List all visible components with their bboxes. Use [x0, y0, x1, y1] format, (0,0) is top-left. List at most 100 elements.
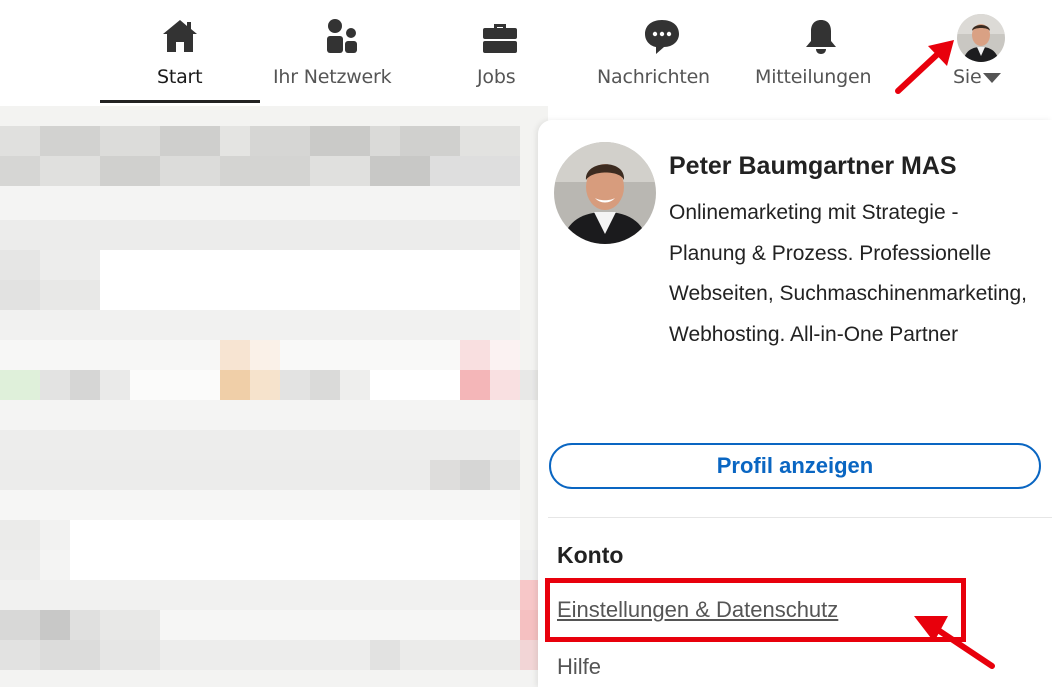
blur-block [280, 340, 460, 370]
help-link[interactable]: Hilfe [557, 654, 601, 680]
blur-block [460, 126, 520, 156]
nav-item-jobs[interactable]: Jobs [460, 0, 540, 106]
blur-block [100, 370, 130, 400]
blur-block [250, 370, 280, 400]
blur-block [280, 370, 310, 400]
profile-avatar[interactable] [554, 142, 656, 244]
chevron-down-icon [983, 72, 1002, 83]
blur-block [100, 250, 520, 280]
blur-block [0, 520, 40, 550]
blur-block [130, 370, 220, 400]
nav-me-label-wrap: Sie [953, 66, 1002, 88]
active-tab-underline [100, 100, 260, 103]
blurred-feed [0, 106, 548, 687]
messaging-icon [642, 16, 682, 56]
blur-block [310, 370, 340, 400]
blur-block [490, 460, 520, 490]
blur-block [160, 610, 520, 640]
blur-block [430, 460, 460, 490]
blur-block [0, 670, 548, 687]
blur-block [310, 126, 370, 156]
blur-block [400, 126, 460, 156]
blur-block [490, 340, 520, 370]
home-icon [160, 16, 200, 56]
settings-privacy-link[interactable]: Einstellungen & Datenschutz [557, 597, 838, 623]
blur-block [0, 400, 520, 430]
nav-item-notifications[interactable]: Mitteilungen [753, 0, 893, 106]
blur-block [0, 156, 40, 186]
blur-block [0, 186, 520, 220]
blur-block [160, 640, 370, 670]
blur-block [0, 610, 40, 640]
blur-block [0, 490, 520, 520]
blur-block [40, 250, 100, 280]
blur-block [340, 370, 370, 400]
blur-block [160, 156, 220, 186]
blur-block [0, 220, 520, 250]
blur-block [430, 156, 520, 186]
blur-block [160, 126, 220, 156]
blur-block [0, 370, 40, 400]
nav-item-network[interactable]: Ihr Netzwerk [270, 0, 415, 106]
blur-block [370, 370, 460, 400]
blur-block [40, 520, 70, 550]
blur-block [460, 370, 490, 400]
nav-label-network: Ihr Netzwerk [273, 66, 392, 88]
blur-block [0, 550, 40, 580]
blur-block [100, 156, 160, 186]
blur-block [0, 340, 220, 370]
blur-block [40, 640, 100, 670]
blur-block [0, 430, 520, 460]
blur-block [250, 126, 310, 156]
nav-label-notifications: Mitteilungen [755, 66, 872, 88]
nav-label-start: Start [157, 66, 203, 88]
view-profile-button[interactable]: Profil anzeigen [549, 443, 1041, 489]
blur-block [0, 280, 40, 310]
nav-label-messaging: Nachrichten [597, 66, 710, 88]
blur-block [70, 370, 100, 400]
blur-block [460, 340, 490, 370]
blur-block [40, 550, 70, 580]
blur-block [0, 310, 520, 340]
blur-block [40, 126, 100, 156]
blur-block [370, 156, 430, 186]
blur-block [0, 126, 40, 156]
divider [548, 517, 1052, 518]
blur-block [0, 580, 520, 610]
blur-block [0, 460, 430, 490]
nav-item-messaging[interactable]: Nachrichten [595, 0, 730, 106]
blur-block [460, 460, 490, 490]
blur-block [370, 126, 400, 156]
nav-label-me: Sie [953, 66, 982, 88]
blur-block [70, 550, 520, 580]
blur-block [40, 610, 70, 640]
blur-block [400, 640, 520, 670]
blur-block [220, 126, 250, 156]
profile-name[interactable]: Peter Baumgartner MAS [669, 152, 957, 181]
account-section-title: Konto [557, 542, 624, 568]
blur-block [70, 610, 100, 640]
blur-block [0, 250, 40, 280]
blur-block [370, 640, 400, 670]
blur-block [220, 156, 310, 186]
blur-block [0, 640, 40, 670]
top-navigation: Start Ihr Netzwerk Jobs Nachrichten Mitt… [0, 0, 1052, 106]
blur-block [100, 610, 160, 640]
blur-block [70, 520, 520, 550]
blur-block [310, 156, 370, 186]
blur-block [220, 340, 250, 370]
blur-block [100, 280, 520, 310]
blur-block [40, 370, 70, 400]
blur-block [250, 340, 280, 370]
blur-block [40, 280, 100, 310]
briefcase-icon [480, 16, 520, 56]
network-icon [322, 16, 362, 56]
nav-avatar[interactable] [957, 14, 1005, 62]
profile-headline: Onlinemarketing mit Strategie - Planung … [669, 201, 1027, 346]
bell-icon [801, 16, 841, 56]
nav-item-start[interactable]: Start [130, 0, 230, 106]
linkedin-screen: Start Ihr Netzwerk Jobs Nachrichten Mitt… [0, 0, 1052, 687]
blur-block [40, 156, 100, 186]
blur-block [100, 640, 160, 670]
blur-block [490, 370, 520, 400]
